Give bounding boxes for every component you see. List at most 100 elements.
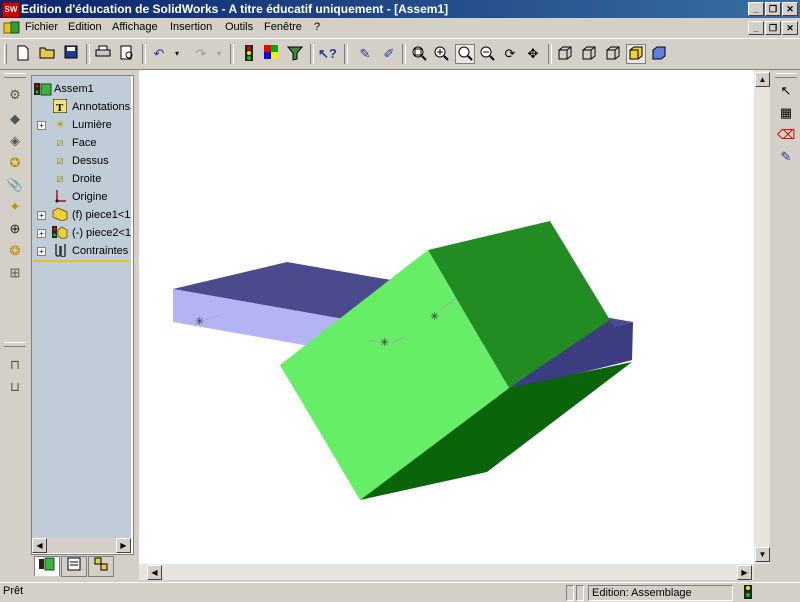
vertical-scrollbar[interactable]: ▲ ▼: [754, 70, 770, 564]
toolbar-grip[interactable]: [4, 342, 26, 347]
scroll-up-icon[interactable]: ▲: [755, 72, 770, 87]
tree-horizontal-scrollbar[interactable]: ◀ ▶: [32, 538, 131, 553]
tab-configuration-manager[interactable]: [88, 556, 114, 577]
hidden-lines-removed-icon[interactable]: [604, 45, 622, 63]
rotate-view-icon[interactable]: ⟳: [501, 45, 519, 63]
rebuild-status-icon[interactable]: [738, 585, 758, 599]
print-preview-icon[interactable]: [118, 45, 136, 63]
solidworks-logo-icon: SW: [2, 2, 20, 18]
save-icon[interactable]: [62, 45, 80, 63]
new-document-icon[interactable]: [14, 45, 32, 63]
status-mode: Edition: Assemblage: [588, 585, 733, 601]
exploded-view-icon[interactable]: ❂: [6, 242, 24, 260]
sketch-pencil-icon[interactable]: ✎: [356, 45, 374, 63]
expand-toggle[interactable]: +: [37, 121, 46, 130]
menu-fichier[interactable]: Fichier: [25, 21, 58, 33]
print-icon[interactable]: [94, 45, 112, 63]
tree-item-piece1[interactable]: + (f) piece1<1>: [32, 206, 131, 224]
app-menu-icon[interactable]: [3, 20, 21, 39]
menu-edition[interactable]: Edition: [68, 21, 102, 33]
horizontal-scrollbar[interactable]: ◀ ▶: [139, 564, 754, 580]
part-icon: [52, 207, 68, 223]
toolbar-grip[interactable]: [775, 73, 797, 78]
zoom-to-area-icon[interactable]: [455, 44, 475, 64]
scroll-left-icon[interactable]: ◀: [32, 538, 47, 553]
eraser-icon[interactable]: ⌫: [777, 126, 795, 144]
selection-filter-icon[interactable]: [286, 45, 304, 63]
sketch-pencil-icon[interactable]: ✎: [777, 148, 795, 166]
pan-icon[interactable]: ✥: [524, 45, 542, 63]
hide-show-component-icon[interactable]: ◆: [6, 110, 24, 128]
expand-toggle[interactable]: +: [37, 229, 46, 238]
menu-help[interactable]: ?: [314, 21, 320, 33]
restore-button[interactable]: ❐: [765, 21, 781, 35]
scroll-left-icon[interactable]: ◀: [147, 565, 162, 580]
tree-item-label: Lumière: [72, 119, 112, 131]
menu-affichage[interactable]: Affichage: [112, 21, 158, 33]
tab-property-manager[interactable]: [61, 556, 87, 577]
open-folder-icon[interactable]: [38, 45, 56, 63]
wireframe-view-icon[interactable]: [556, 45, 574, 63]
graphics-area[interactable]: ✳ ✳ ✳: [139, 70, 754, 564]
color-palette-icon[interactable]: [262, 45, 280, 63]
redo-icon[interactable]: ↷: [192, 45, 210, 63]
sketch-rectangle-icon[interactable]: ⊓: [6, 356, 24, 374]
title-bar[interactable]: SW Edition d'éducation de SolidWorks - A…: [0, 0, 800, 18]
tree-item-origine[interactable]: Origine: [32, 188, 131, 206]
minimize-button[interactable]: _: [748, 21, 764, 35]
undo-dropdown-icon[interactable]: ▾: [168, 45, 186, 63]
tree-item-droite[interactable]: ⧄ Droite: [32, 170, 131, 188]
assembly-model-view[interactable]: ✳ ✳ ✳: [139, 70, 754, 564]
toolbar-grip[interactable]: [4, 44, 7, 64]
sketch-line-icon[interactable]: ⊔: [6, 378, 24, 396]
scroll-right-icon[interactable]: ▶: [116, 538, 131, 553]
scroll-down-icon[interactable]: ▼: [755, 547, 770, 562]
window-title: Edition d'éducation de SolidWorks - A ti…: [21, 2, 449, 16]
close-button[interactable]: ✕: [782, 21, 798, 35]
tree-item-face[interactable]: ⧄ Face: [32, 134, 131, 152]
tree-item-label: (f) piece1<1>: [72, 209, 131, 221]
expand-toggle[interactable]: +: [37, 247, 46, 256]
zoom-to-fit-icon[interactable]: [410, 45, 428, 63]
rollback-bar[interactable]: [34, 260, 130, 262]
part-icon: [52, 225, 68, 241]
redo-dropdown-icon[interactable]: ▾: [210, 45, 228, 63]
app-minimize-button[interactable]: _: [748, 2, 764, 16]
tab-feature-manager[interactable]: [34, 556, 60, 576]
toolbar-separator: [86, 44, 90, 64]
rotate-component-icon[interactable]: ⊕: [6, 220, 24, 238]
whats-this-help-icon[interactable]: ↖?: [318, 45, 337, 63]
insert-component-icon[interactable]: ⚙: [6, 86, 24, 104]
rebuild-traffic-light-icon[interactable]: [240, 45, 258, 63]
select-arrow-icon[interactable]: ↖: [777, 82, 795, 100]
edit-component-icon[interactable]: ✪: [6, 154, 24, 172]
hidden-lines-visible-icon[interactable]: [580, 45, 598, 63]
app-restore-button[interactable]: ❐: [765, 2, 781, 16]
change-suppression-icon[interactable]: ◈: [6, 132, 24, 150]
toolbar-separator: [142, 44, 146, 64]
standard-toolbar: ↶ ▾ ↷ ▾ ↖? ✎ ✐ ⟳ ✥: [0, 38, 800, 70]
shadow-view-icon[interactable]: [650, 45, 668, 63]
smart-dimension-icon[interactable]: ✐: [380, 45, 398, 63]
tree-item-dessus[interactable]: ⧄ Dessus: [32, 152, 131, 170]
tree-item-contraintes[interactable]: + Contraintes: [32, 242, 131, 260]
interference-detection-icon[interactable]: ⊞: [6, 264, 24, 282]
shaded-view-icon[interactable]: [626, 44, 646, 64]
scroll-right-icon[interactable]: ▶: [737, 565, 752, 580]
menu-outils[interactable]: Outils: [225, 21, 253, 33]
tree-root-assem1[interactable]: Assem1: [32, 80, 131, 98]
mate-icon[interactable]: 📎: [6, 176, 24, 194]
move-component-icon[interactable]: ✦: [6, 198, 24, 216]
undo-icon[interactable]: ↶: [150, 45, 168, 63]
zoom-out-icon[interactable]: [478, 45, 496, 63]
toolbar-grip[interactable]: [4, 73, 26, 78]
grid-icon[interactable]: ▦: [777, 104, 795, 122]
menu-insertion[interactable]: Insertion: [170, 21, 212, 33]
tree-item-annotations[interactable]: T Annotations: [32, 98, 131, 116]
tree-item-lumiere[interactable]: + ☀ Lumière: [32, 116, 131, 134]
expand-toggle[interactable]: +: [37, 211, 46, 220]
zoom-in-icon[interactable]: [432, 45, 450, 63]
tree-item-piece2[interactable]: + (-) piece2<1>: [32, 224, 131, 242]
app-close-button[interactable]: ✕: [782, 2, 798, 16]
menu-fenetre[interactable]: Fenêtre: [264, 21, 302, 33]
